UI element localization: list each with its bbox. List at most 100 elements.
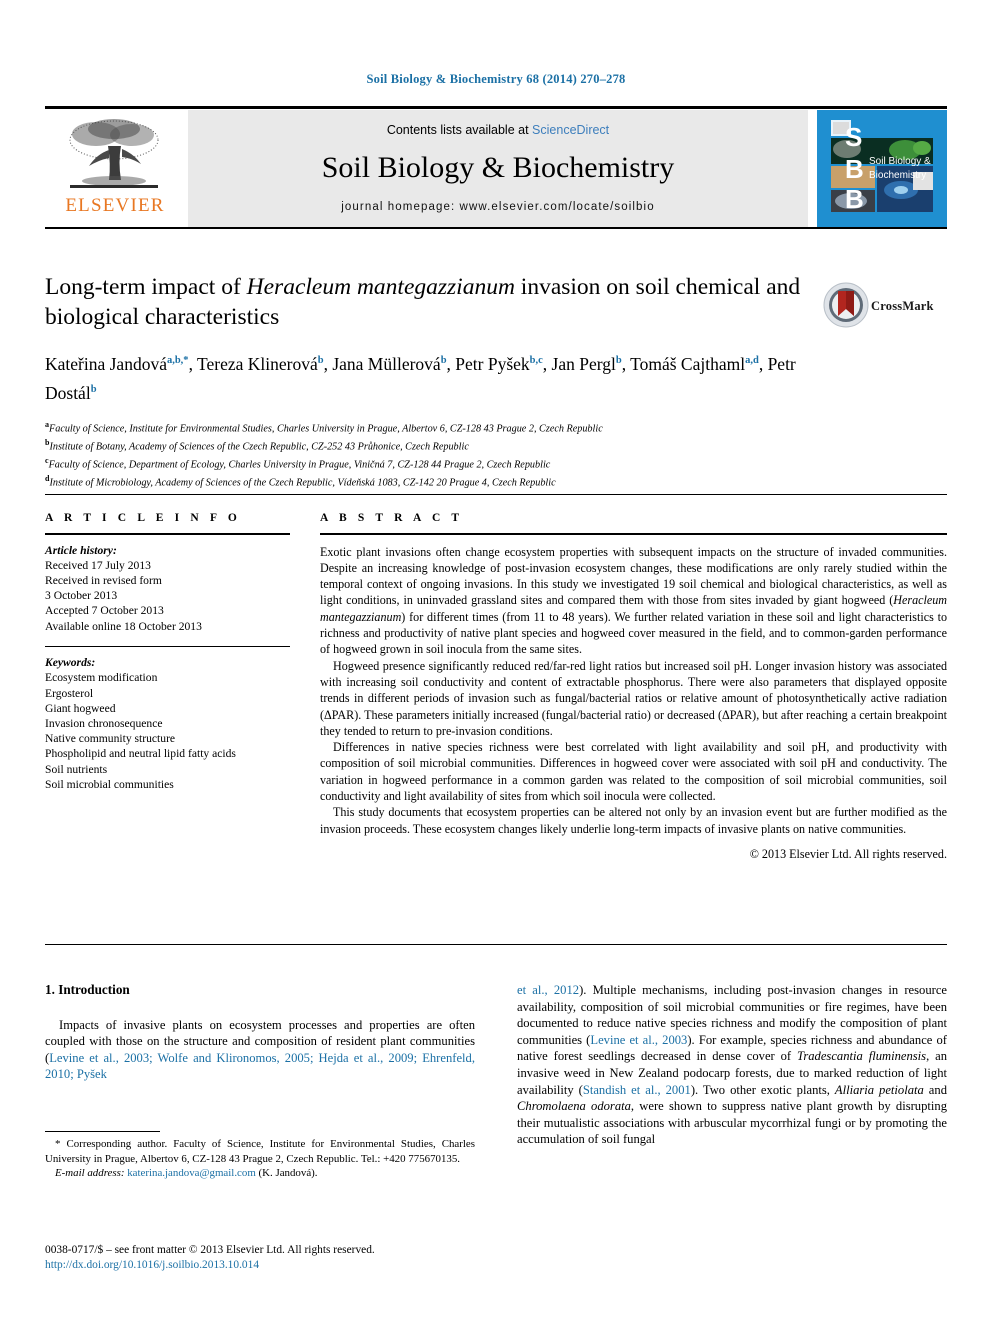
abstract-paragraph: Differences in native species richness w… (320, 740, 947, 804)
keywords-block: Keywords: Ecosystem modification Ergoste… (45, 655, 290, 792)
keyword-item: Soil nutrients (45, 762, 108, 776)
author-name[interactable]: Kateřina Jandová (45, 354, 167, 374)
citation-link[interactable]: Levine et al., 2003 (590, 1033, 687, 1047)
email-note: E-mail address: katerina.jandova@gmail.c… (45, 1166, 475, 1180)
affiliation-text: Faculty of Science, Department of Ecolog… (48, 459, 551, 471)
abstract-column: A B S T R A C T Exotic plant invasions o… (320, 512, 947, 862)
citation-link[interactable]: Standish et al., 2001 (583, 1083, 691, 1097)
journal-masthead: ELSEVIER Contents lists available at Sci… (45, 106, 947, 230)
species-name: Alliaria petiolata (834, 1082, 924, 1097)
author-affiliation-mark: b (615, 355, 622, 366)
keyword-item: Native community structure (45, 732, 176, 746)
affiliation-item: cFaculty of Science, Department of Ecolo… (45, 454, 947, 472)
citation-link[interactable]: Levine et al., 2003; Wolfe and Klironomo… (45, 1051, 475, 1082)
history-item: Available online 18 October 2013 (45, 619, 202, 633)
author-affiliation-mark: b (440, 355, 447, 366)
running-head: Soil Biology & Biochemistry 68 (2014) 27… (366, 72, 626, 86)
abstract-paragraph: Exotic plant invasions often change ecos… (320, 544, 947, 658)
corresponding-author-note: * Corresponding author. Faculty of Scien… (45, 1138, 475, 1165)
abstract-rule (320, 533, 947, 535)
journal-article-page: Soil Biology & Biochemistry 68 (2014) 27… (0, 0, 992, 1323)
masthead-bottom-rule (45, 227, 947, 229)
svg-text:Biochemistry: Biochemistry (869, 170, 926, 181)
author-name[interactable]: Jan Pergl (552, 354, 616, 374)
abstract-copyright: © 2013 Elsevier Ltd. All rights reserved… (749, 846, 947, 861)
svg-text:Soil Biology &: Soil Biology & (869, 156, 931, 167)
contents-banner: Contents lists available at ScienceDirec… (188, 110, 808, 227)
footnote-text: * Corresponding author. Faculty of Scien… (45, 1137, 475, 1180)
article-info-heading: A R T I C L E I N F O (45, 512, 241, 524)
author-name[interactable]: Tomáš Cajthaml (630, 354, 745, 374)
author-affiliation-mark: b (317, 355, 324, 366)
introduction-right-column: et al., 2012). Multiple mechanisms, incl… (517, 982, 947, 1148)
journal-homepage-link[interactable]: journal homepage: www.elsevier.com/locat… (188, 201, 808, 213)
affiliation-text: Faculty of Science, Institute for Enviro… (49, 423, 603, 435)
keyword-item: Ergosterol (45, 686, 94, 700)
keywords-label: Keywords: (45, 656, 96, 670)
abstract-paragraph: This study documents that ecosystem prop… (320, 805, 947, 836)
author-affiliation-mark: a,d (745, 355, 759, 366)
introduction-paragraph: et al., 2012). Multiple mechanisms, incl… (517, 982, 947, 1148)
affiliation-text: Institute of Microbiology, Academy of Sc… (49, 477, 556, 488)
sciencedirect-link[interactable]: ScienceDirect (532, 123, 609, 137)
elsevier-tree-icon (69, 119, 159, 188)
author-name[interactable]: Petr Pyšek (455, 354, 529, 374)
abstract-heading: A B S T R A C T (320, 512, 464, 524)
article-info-rule (45, 533, 290, 535)
intro-right-text: ). Two other exotic plants, (690, 1082, 835, 1097)
article-history-block: Article history: Received 17 July 2013 R… (45, 543, 290, 634)
title-block: Long-term impact of Heracleum mantegazzi… (45, 272, 947, 490)
author-affiliation-mark: a,b,* (166, 355, 189, 366)
abstract-p1-b: ) for different times (from 11 to 48 yea… (320, 609, 947, 657)
abstract-body: Exotic plant invasions often change ecos… (320, 544, 947, 837)
contents-available-line: Contents lists available at ScienceDirec… (188, 110, 808, 137)
abstract-bottom-rule (45, 944, 947, 945)
abstract-p1-a: Exotic plant invasions often change ecos… (320, 544, 947, 608)
affiliation-text: Institute of Botany, Academy of Sciences… (49, 441, 469, 453)
introduction-left-column: 1. Introduction Impacts of invasive plan… (45, 982, 475, 1083)
author-affiliation-mark: b,c (529, 355, 543, 366)
title-part-1: Long-term impact of (45, 274, 247, 300)
article-history-label: Article history: (45, 543, 117, 557)
author-name[interactable]: Tereza Klinerová (197, 354, 318, 374)
email-label: E-mail address: (55, 1166, 125, 1179)
introduction-heading: 1. Introduction (45, 982, 130, 997)
paper-title: Long-term impact of Heracleum mantegazzi… (45, 272, 835, 332)
keyword-item: Ecosystem modification (45, 671, 158, 685)
elsevier-logo: ELSEVIER (45, 110, 185, 227)
contents-prefix: Contents lists available at (386, 123, 529, 137)
article-info-column: A R T I C L E I N F O Article history: R… (45, 512, 290, 792)
history-item: Received in revised form (45, 574, 162, 587)
title-species-name: Heracleum mantegazzianum (246, 274, 515, 300)
affiliation-item: bInstitute of Botany, Academy of Science… (45, 436, 947, 454)
history-item: Accepted 7 October 2013 (45, 604, 164, 618)
affiliation-item: aFaculty of Science, Institute for Envir… (45, 418, 947, 436)
author-affiliation-mark: b (90, 383, 97, 395)
journal-title: Soil Biology & Biochemistry (321, 151, 675, 184)
issn-line: 0038-0717/$ – see front matter © 2013 El… (45, 1244, 375, 1256)
svg-text:B: B (845, 154, 864, 184)
email-link[interactable]: katerina.jandova@gmail.com (127, 1167, 256, 1179)
affiliation-item: dInstitute of Microbiology, Academy of S… (45, 472, 947, 490)
history-item: Received 17 July 2013 (45, 558, 151, 572)
citation-link[interactable]: et al., 2012 (517, 983, 579, 997)
email-suffix: (K. Jandová). (258, 1166, 318, 1179)
keyword-item: Phospholipid and neutral lipid fatty aci… (45, 747, 236, 761)
issn-doi-block: 0038-0717/$ – see front matter © 2013 El… (45, 1243, 485, 1273)
introduction-paragraph: Impacts of invasive plants on ecosystem … (45, 1017, 475, 1083)
abstract-paragraph: Hogweed presence significantly reduced r… (320, 658, 947, 738)
history-item: 3 October 2013 (45, 589, 118, 603)
svg-text:B: B (845, 184, 864, 214)
journal-cover-art: S B B Soil Biology & Biochemistry (827, 116, 937, 221)
elsevier-wordmark: ELSEVIER (65, 195, 165, 216)
species-name: Chromolaena odorata (517, 1099, 631, 1114)
species-name: Tradescantia fluminensis (797, 1049, 927, 1064)
doi-link[interactable]: http://dx.doi.org/10.1016/j.soilbio.2013… (45, 1258, 485, 1273)
footnote-rule (45, 1131, 160, 1133)
author-name[interactable]: Jana Müllerová (332, 354, 440, 374)
keywords-rule (45, 645, 290, 648)
masthead-top-rule (45, 106, 947, 109)
keyword-item: Invasion chronosequence (45, 717, 163, 731)
keyword-item: Giant hogweed (45, 701, 116, 715)
intro-right-text: and (923, 1082, 947, 1097)
